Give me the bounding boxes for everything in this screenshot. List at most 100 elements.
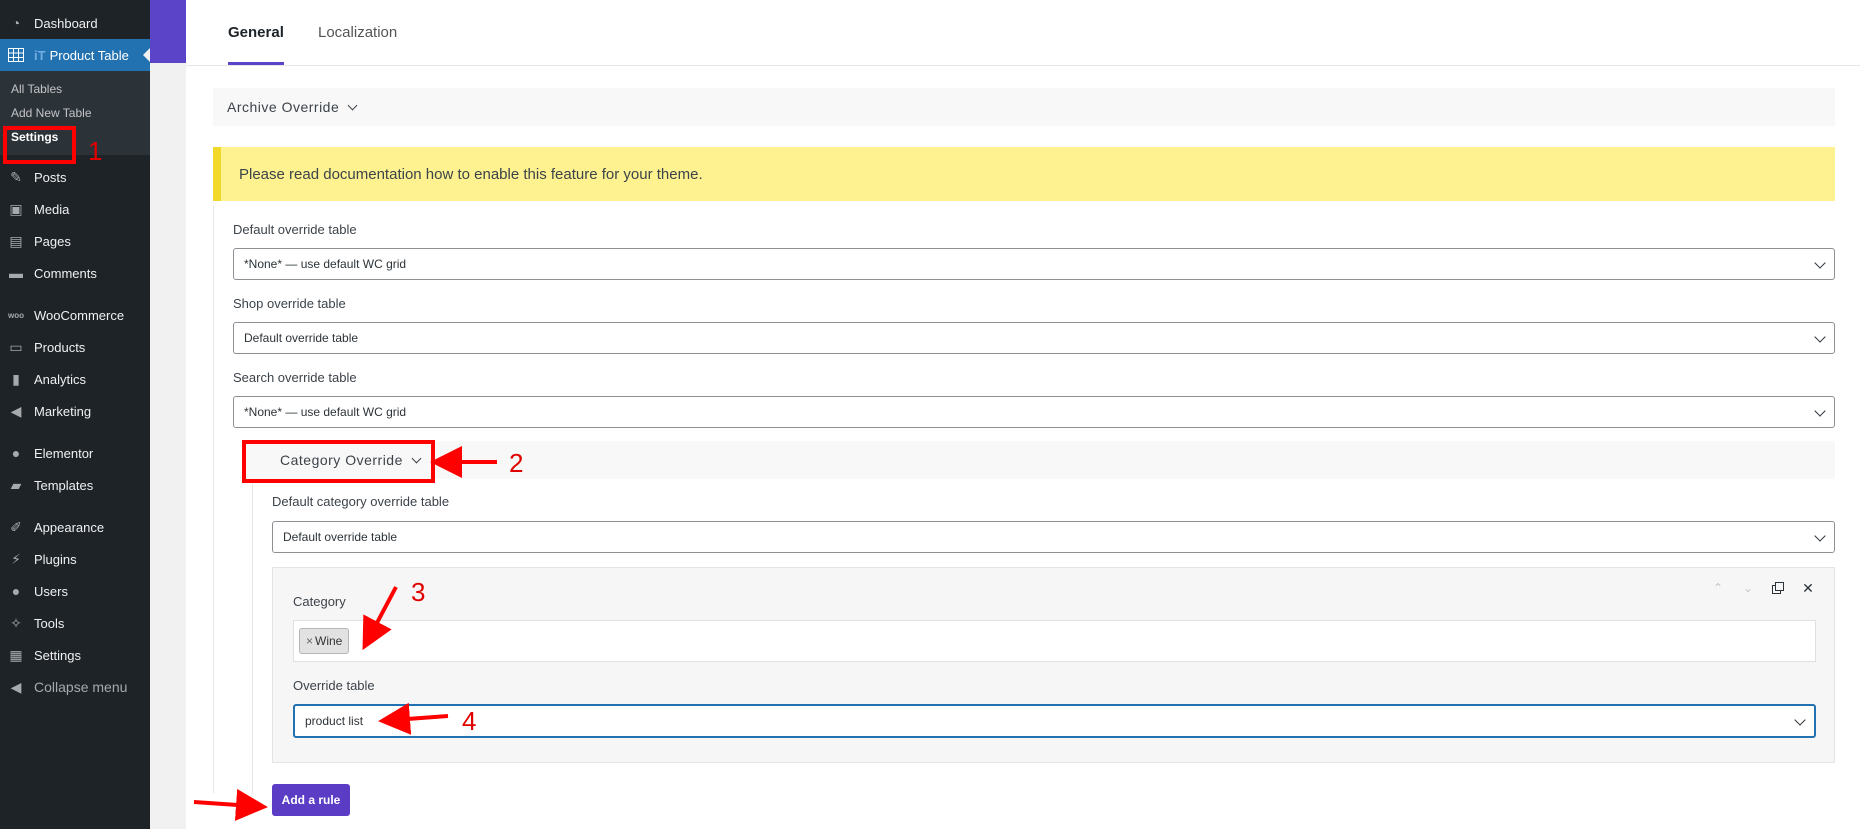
category-tag[interactable]: × Wine <box>299 628 350 654</box>
tab-bar: General Localization <box>186 0 1860 66</box>
sidebar-item-settings[interactable]: ▦ Settings <box>0 639 150 671</box>
sidebar-item-label: Templates <box>34 477 94 493</box>
user-icon: ● <box>11 583 21 599</box>
select-value: *None* — use default WC grid <box>244 257 407 271</box>
shop-override-select[interactable]: Default override table <box>233 322 1835 354</box>
duplicate-icon[interactable] <box>1770 580 1786 596</box>
sidebar-item-label: Elementor <box>34 445 94 461</box>
sidebar-item-label: Comments <box>34 265 97 281</box>
submenu-all-tables[interactable]: All Tables <box>0 77 150 101</box>
sidebar-item-label: Pages <box>34 233 71 249</box>
add-rule-button[interactable]: Add a rule <box>272 784 350 816</box>
remove-tag-icon[interactable]: × <box>306 634 313 648</box>
sidebar-item-label: Products <box>34 339 86 355</box>
sidebar-item-comments[interactable]: ▬ Comments <box>0 257 150 289</box>
close-icon[interactable]: ✕ <box>1800 580 1816 596</box>
sidebar-item-label: Users <box>34 583 68 599</box>
annotation-number-4: 4 <box>462 706 477 736</box>
settings-icon: ▦ <box>9 646 23 663</box>
move-up-icon[interactable]: ⌃ <box>1710 580 1726 596</box>
comments-icon: ▬ <box>9 265 23 281</box>
sidebar-item-plugins[interactable]: ⚡ Plugins <box>0 543 150 575</box>
section-title: Archive Override <box>227 99 340 115</box>
select-value: product list <box>305 714 364 728</box>
it-badge: iT <box>34 47 46 63</box>
elementor-icon: ● <box>11 445 21 461</box>
pages-icon: ▤ <box>9 232 23 249</box>
sidebar-item-elementor[interactable]: ● Elementor <box>0 437 150 469</box>
sidebar-item-label: Posts <box>34 169 67 185</box>
woo-icon: woo <box>8 310 24 320</box>
tab-active-indicator <box>228 62 284 65</box>
tag-label: Wine <box>315 634 343 648</box>
sidebar-item-appearance[interactable]: ✐ Appearance <box>0 511 150 543</box>
sidebar-item-label: Product Table <box>49 47 129 63</box>
annotation-number-3: 3 <box>411 577 426 607</box>
sidebar-item-users[interactable]: ● Users <box>0 575 150 607</box>
sidebar-item-label: Marketing <box>34 403 92 419</box>
chevron-down-icon <box>1814 530 1826 542</box>
default-override-select[interactable]: *None* — use default WC grid <box>233 248 1835 280</box>
annotation-number-2: 2 <box>509 448 524 478</box>
default-category-override-select[interactable]: Default override table <box>272 521 1835 553</box>
submenu-add-new-table[interactable]: Add New Table <box>0 101 150 125</box>
select-value: *None* — use default WC grid <box>244 405 407 419</box>
sidebar-item-posts[interactable]: ✎ Posts <box>0 161 150 193</box>
category-rule: ⌃ ⌄ ✕ Category × Wine Override table pro… <box>272 567 1835 763</box>
override-table-select[interactable]: product list <box>293 704 1816 738</box>
section-divider <box>213 205 214 793</box>
sidebar-item-label: Settings <box>34 647 81 663</box>
override-table-label: Override table <box>293 678 375 693</box>
chevron-down-icon <box>1814 331 1826 343</box>
sidebar-item-products[interactable]: ▭ Products <box>0 331 150 363</box>
folder-icon: ▰ <box>10 476 22 493</box>
default-category-override-label: Default category override table <box>272 494 450 509</box>
sidebar-item-pages[interactable]: ▤ Pages <box>0 225 150 257</box>
sidebar-item-woocommerce[interactable]: woo WooCommerce <box>0 299 150 331</box>
header-accent <box>150 0 186 63</box>
annotation-box-settings <box>3 126 76 164</box>
chevron-down-icon <box>347 100 358 110</box>
sidebar-item-media[interactable]: ▣ Media <box>0 193 150 225</box>
tab-general[interactable]: General <box>228 24 284 41</box>
sidebar-item-product-table[interactable]: iT Product Table <box>0 39 150 71</box>
products-icon: ▭ <box>9 338 23 355</box>
theme-notice: Please read documentation how to enable … <box>213 147 1835 201</box>
sidebar-item-label: WooCommerce <box>34 307 125 323</box>
shop-override-label: Shop override table <box>233 296 346 311</box>
sidebar-item-label: Tools <box>34 615 65 631</box>
settings-panel: General Localization Archive Override Pl… <box>186 0 1860 829</box>
move-down-icon[interactable]: ⌄ <box>1740 580 1756 596</box>
sidebar-item-label: Plugins <box>34 551 77 567</box>
sidebar-item-label: Appearance <box>34 519 105 535</box>
dashboard-icon: ◔ <box>11 15 21 31</box>
table-icon <box>7 46 25 64</box>
tab-localization[interactable]: Localization <box>318 24 397 41</box>
megaphone-icon: ◀ <box>10 402 22 419</box>
select-value: Default override table <box>244 331 359 345</box>
collapse-icon: ◀ <box>10 678 22 695</box>
sidebar-item-templates[interactable]: ▰ Templates <box>0 469 150 501</box>
sidebar-item-dashboard[interactable]: ◔ Dashboard <box>0 7 150 39</box>
default-override-label: Default override table <box>233 222 357 237</box>
sidebar-item-analytics[interactable]: ▮ Analytics <box>0 363 150 395</box>
category-override-toggle[interactable]: Category Override <box>246 441 1835 479</box>
chevron-down-icon <box>1814 257 1826 269</box>
sidebar-item-label: Analytics <box>34 371 87 387</box>
sidebar-item-marketing[interactable]: ◀ Marketing <box>0 395 150 427</box>
plugin-icon: ⚡ <box>11 550 21 567</box>
sidebar-item-tools[interactable]: ✧ Tools <box>0 607 150 639</box>
search-override-select[interactable]: *None* — use default WC grid <box>233 396 1835 428</box>
annotation-box-category-override <box>242 440 435 483</box>
admin-sidebar: ◔ Dashboard iT Product Table All Tables … <box>0 0 150 829</box>
chevron-down-icon <box>1814 405 1826 417</box>
pin-icon: ✎ <box>10 168 22 185</box>
category-label: Category <box>293 594 346 609</box>
chevron-down-icon <box>1794 714 1806 726</box>
archive-override-toggle[interactable]: Archive Override <box>213 88 1835 126</box>
brush-icon: ✐ <box>10 518 22 535</box>
select-value: Default override table <box>283 530 398 544</box>
sidebar-collapse-menu[interactable]: ◀ Collapse menu <box>0 671 150 703</box>
analytics-icon: ▮ <box>12 370 20 387</box>
category-tag-input[interactable]: × Wine <box>293 620 1816 662</box>
